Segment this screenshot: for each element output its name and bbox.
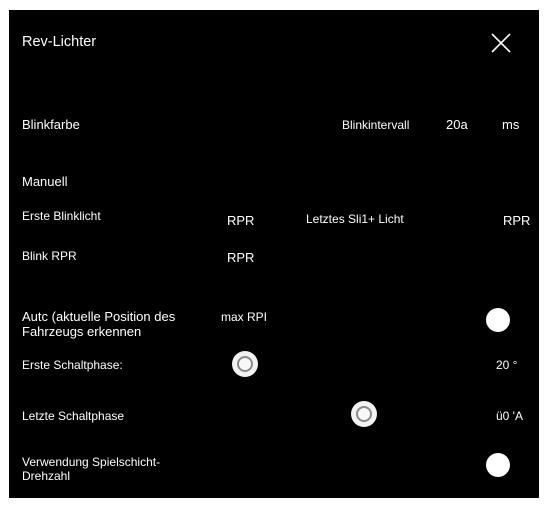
first-light-value[interactable]: RPR — [227, 213, 254, 229]
blink-interval-label: Blinkintervall — [342, 118, 410, 132]
auto-detect-toggle[interactable] — [486, 308, 510, 332]
dialog-title: Rev-Lichter — [22, 34, 97, 50]
auto-detect-label: Autc (aktuelle Position des Fahrzeugs er… — [22, 309, 176, 339]
blink-rpr-label: Blink RPR — [22, 249, 77, 263]
close-icon[interactable] — [489, 31, 513, 55]
first-shift-label: Erste Schaltphase: — [22, 358, 123, 372]
last-light-label: Letztes Sli1+ Licht — [306, 212, 404, 226]
blink-interval-value[interactable]: 20a — [446, 117, 468, 133]
last-shift-value: ü0 'A — [496, 409, 523, 423]
max-rpi-label: max RPI — [221, 310, 268, 324]
manual-section-label: Manuell — [22, 174, 68, 189]
blink-rpr-value[interactable]: RPR — [227, 250, 254, 266]
last-shift-slider-handle[interactable] — [351, 401, 377, 427]
blink-interval-unit: ms — [502, 117, 520, 132]
last-shift-label: Letzte Schaltphase — [22, 409, 125, 423]
first-shift-value: 20 ° — [496, 358, 518, 372]
rev-lights-dialog: Rev-Lichter Blinkfarbe Blinkintervall 20… — [9, 10, 539, 498]
last-light-value[interactable]: RPR — [503, 213, 530, 229]
first-light-label: Erste Blinklicht — [22, 209, 101, 223]
first-shift-slider-handle[interactable] — [232, 351, 258, 377]
blink-color-label: Blinkfarbe — [22, 117, 80, 132]
game-rpm-label: Verwendung Spielschicht-Drehzahl — [22, 455, 161, 483]
game-rpm-toggle[interactable] — [486, 453, 510, 477]
